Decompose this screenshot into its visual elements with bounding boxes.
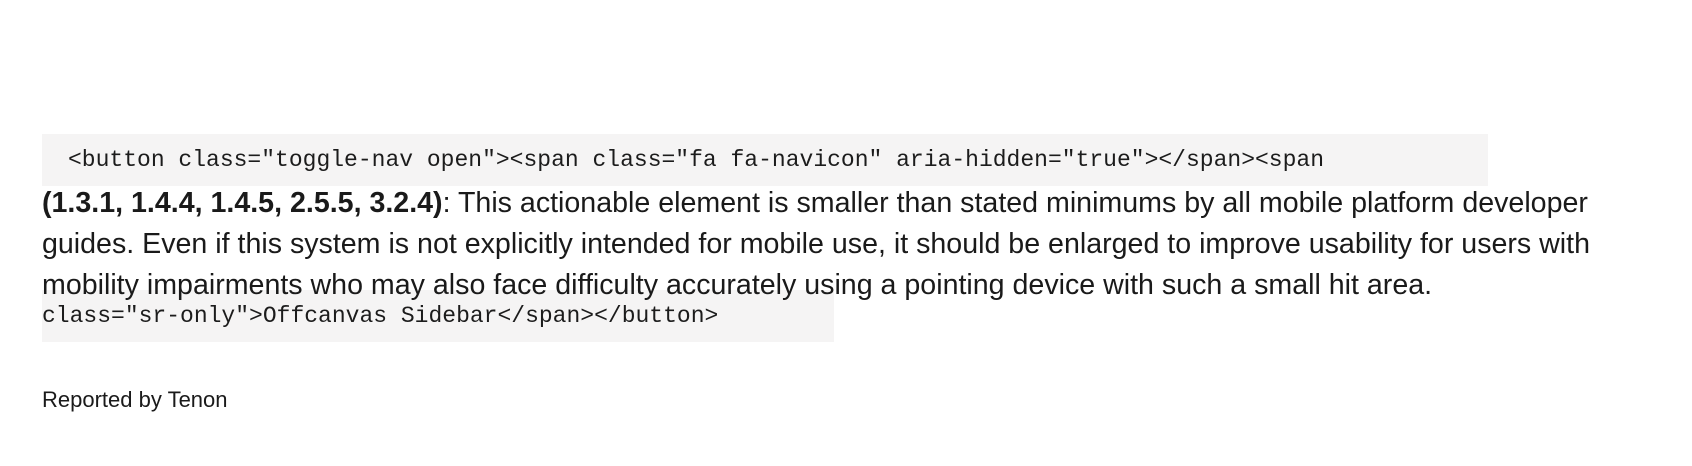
issue-description: (1.3.1, 1.4.4, 1.4.5, 2.5.5, 3.2.4): Thi… <box>42 183 1662 306</box>
code-line-1-text: <button class="toggle-nav open"><span cl… <box>42 134 1488 186</box>
wcag-criteria: (1.3.1, 1.4.4, 1.4.5, 2.5.5, 3.2.4) <box>42 187 443 219</box>
reporter-credit: Reported by Tenon <box>42 387 228 412</box>
code-line-1: <button class="toggle-nav open"><span cl… <box>42 134 1502 186</box>
